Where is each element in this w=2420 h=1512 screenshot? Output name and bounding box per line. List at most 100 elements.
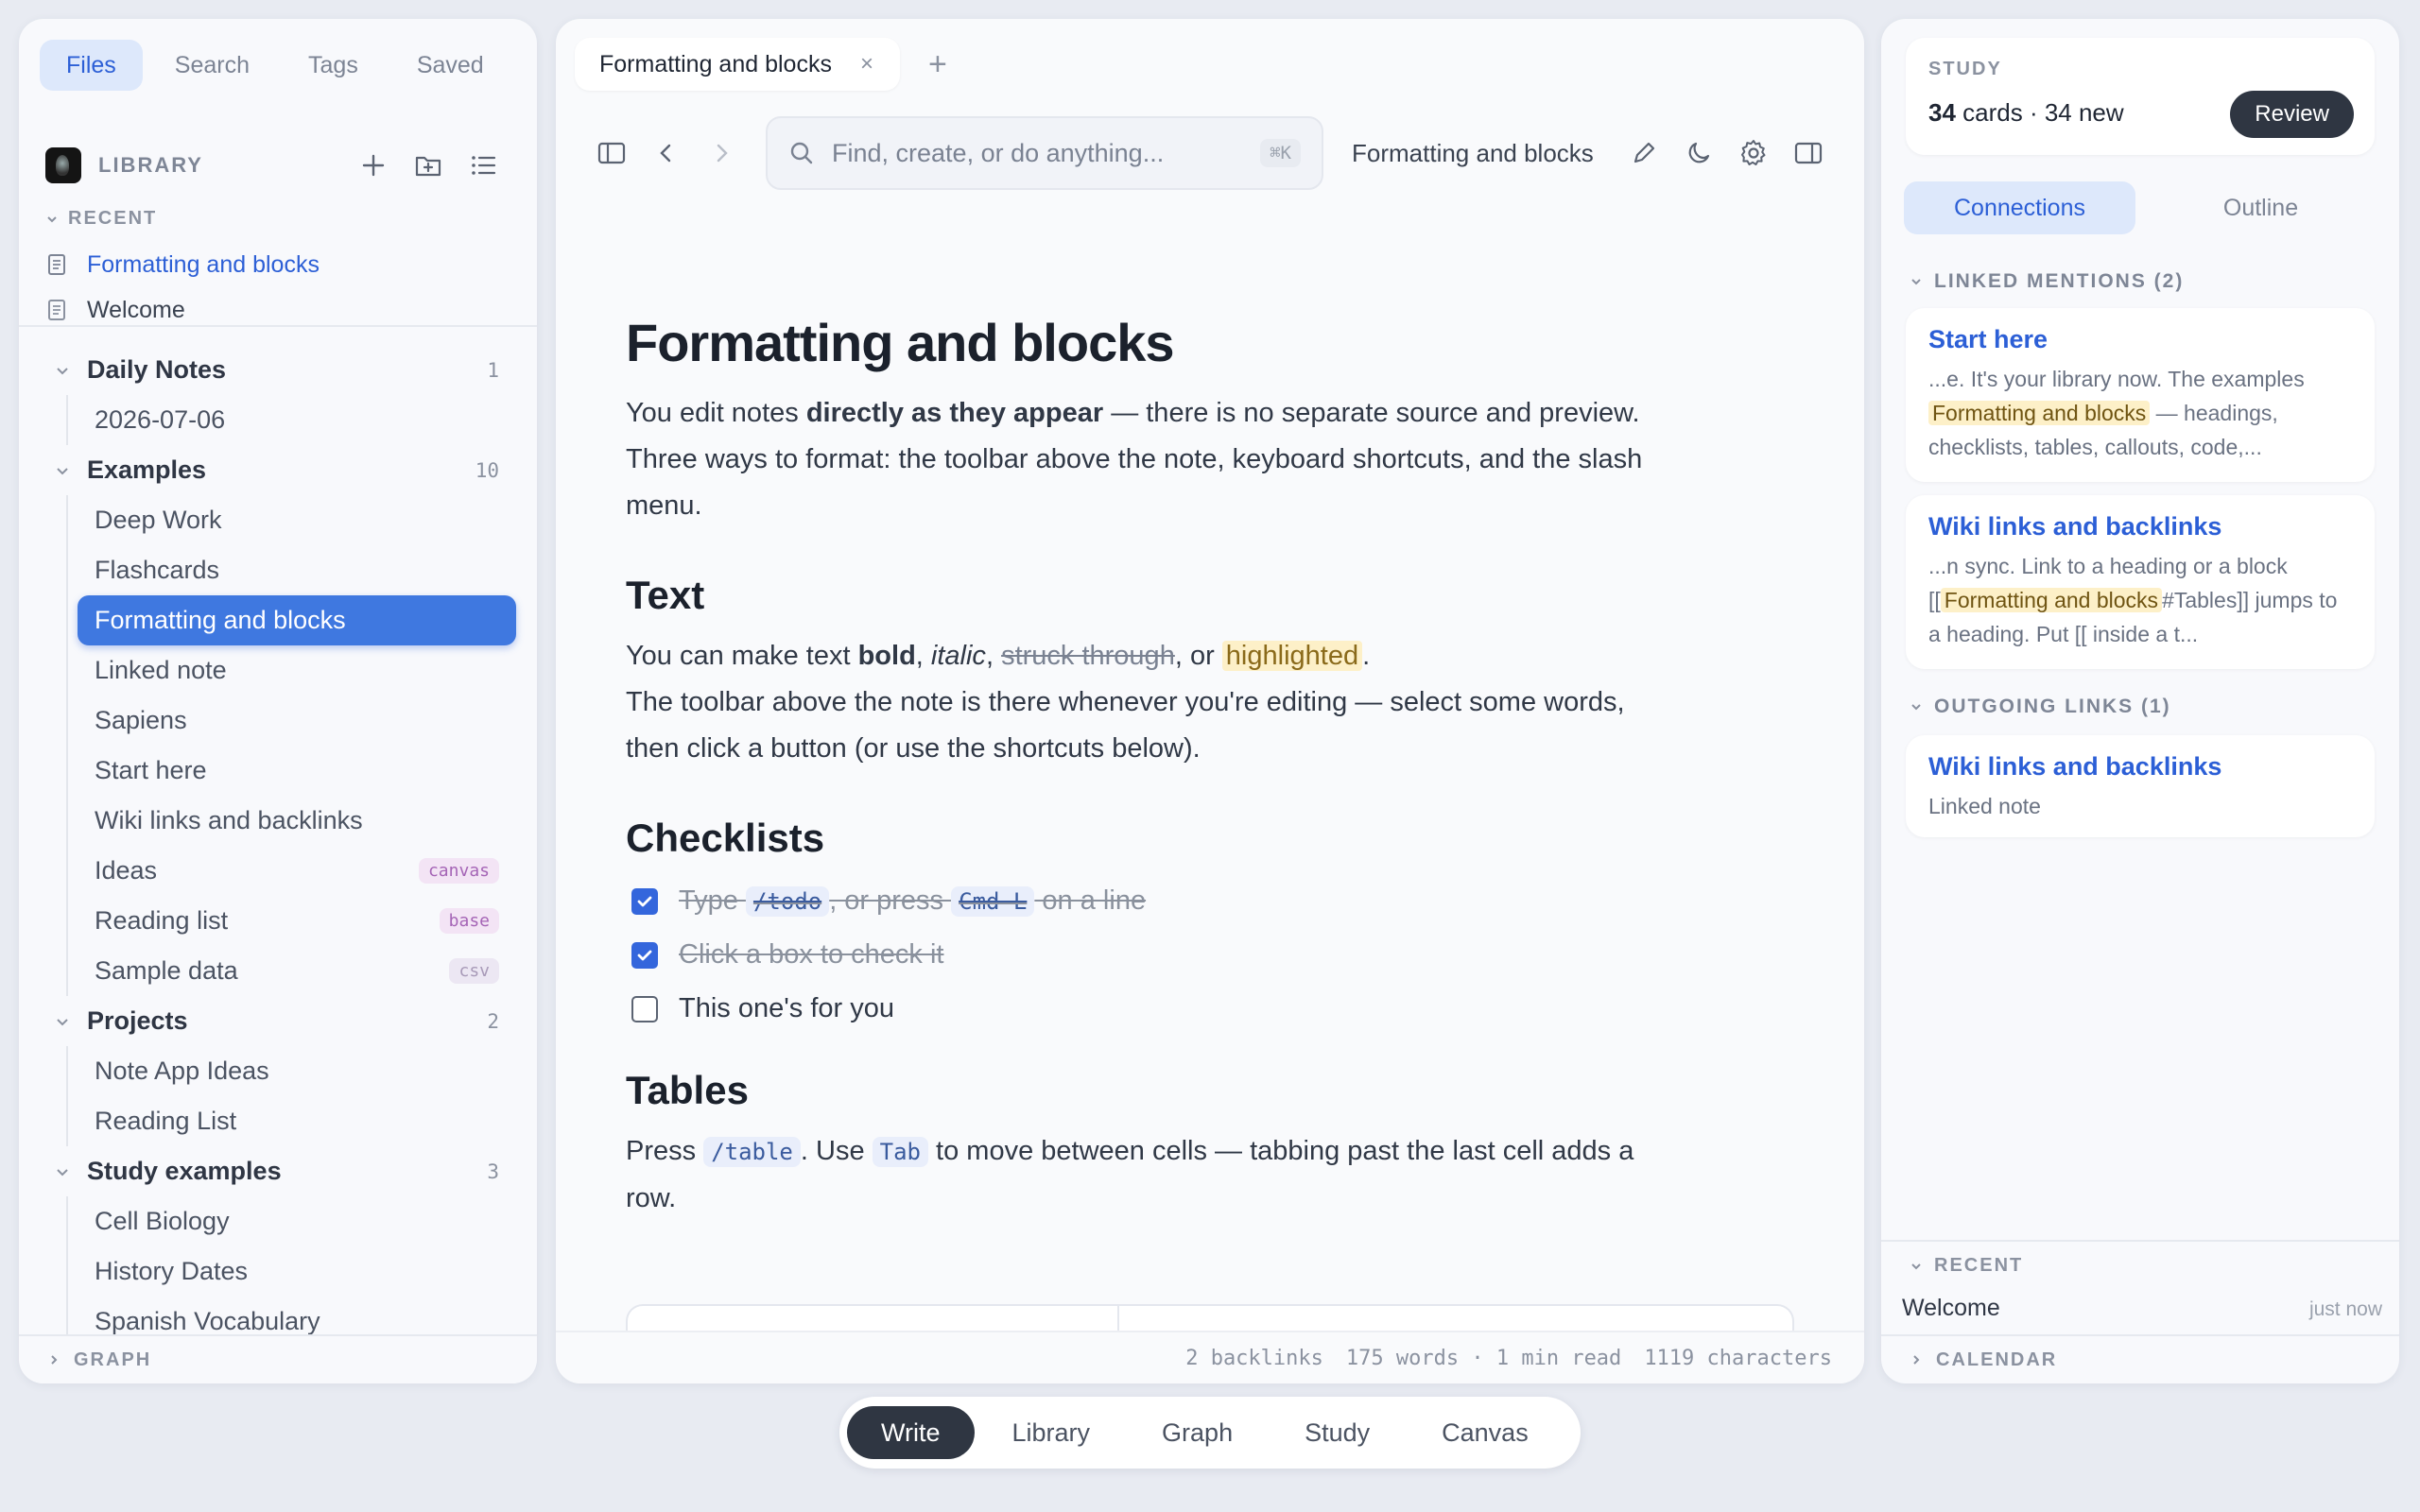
study-cards-number: 34 bbox=[1928, 98, 1956, 127]
chevron-right-icon bbox=[717, 144, 728, 163]
study-cards-text: cards · 34 new bbox=[1955, 98, 2124, 127]
folder-row[interactable]: Study examples 3 bbox=[19, 1146, 537, 1196]
toggle-right-sidebar-button[interactable] bbox=[1781, 126, 1836, 180]
dark-mode-toggle[interactable] bbox=[1671, 126, 1726, 180]
text-paragraph: You can make text bold, italic, struck t… bbox=[626, 633, 1685, 772]
graph-section-header[interactable]: GRAPH bbox=[19, 1334, 537, 1383]
search-icon bbox=[790, 142, 813, 164]
tab-connections[interactable]: Connections bbox=[1904, 181, 2135, 234]
settings-button[interactable] bbox=[1726, 126, 1781, 180]
file-item[interactable]: Linked note bbox=[78, 645, 499, 696]
review-button[interactable]: Review bbox=[2230, 91, 2354, 138]
file-item[interactable]: Sample data csv bbox=[78, 946, 499, 996]
recent-item-label: Formatting and blocks bbox=[87, 250, 320, 278]
folder-count: 1 bbox=[487, 358, 499, 382]
linked-mention-card[interactable]: Wiki links and backlinks ...n sync. Link… bbox=[1906, 495, 2375, 669]
folder-children: Cell Biology History Dates Spanish Vocabul… bbox=[19, 1196, 537, 1347]
linked-mention-card[interactable]: Start here ...e. It's your library now. … bbox=[1906, 308, 2375, 482]
folder-row[interactable]: Examples 10 bbox=[19, 445, 537, 495]
inline-code: Tab bbox=[872, 1137, 928, 1167]
plus-icon bbox=[362, 154, 385, 177]
file-item[interactable]: Formatting and blocks bbox=[78, 595, 516, 645]
snippet-highlight: Formatting and blocks bbox=[1940, 588, 2163, 612]
right-recent-time: just now bbox=[2308, 1298, 2382, 1320]
recent-item-formatting[interactable]: Formatting and blocks bbox=[47, 244, 509, 285]
file-item[interactable]: History Dates bbox=[78, 1246, 499, 1297]
file-item[interactable]: Note App Ideas bbox=[78, 1046, 499, 1096]
tab-tags[interactable]: Tags bbox=[282, 40, 385, 91]
nav-library[interactable]: Library bbox=[978, 1406, 1125, 1459]
tab-saved[interactable]: Saved bbox=[390, 40, 510, 91]
text-run: on a line bbox=[1034, 885, 1147, 916]
new-folder-button[interactable] bbox=[401, 145, 456, 186]
file-item[interactable]: Reading list base bbox=[78, 896, 499, 946]
file-tree: Daily Notes 1 2026-07-06 Examples 10 Deep Wor… bbox=[19, 345, 537, 1347]
file-name: Sample data bbox=[95, 956, 238, 985]
text-run: The toolbar above the note is there when… bbox=[626, 687, 1625, 764]
check-icon bbox=[637, 950, 652, 960]
linked-mention-title[interactable]: Wiki links and backlinks bbox=[1928, 512, 2352, 541]
file-item[interactable]: Ideas canvas bbox=[78, 846, 499, 896]
file-item[interactable]: Reading List bbox=[78, 1096, 499, 1146]
calendar-section-header[interactable]: CALENDAR bbox=[1881, 1334, 2399, 1383]
library-logo bbox=[45, 147, 81, 183]
toggle-left-sidebar-button[interactable] bbox=[584, 126, 639, 180]
file-item[interactable]: Cell Biology bbox=[78, 1196, 499, 1246]
text-run: , or press bbox=[829, 885, 952, 916]
linked-mentions-header[interactable]: LINKED MENTIONS (2) bbox=[1910, 270, 2184, 293]
file-item[interactable]: 2026-07-06 bbox=[78, 395, 499, 445]
nav-study[interactable]: Study bbox=[1270, 1406, 1404, 1459]
checkbox-unchecked[interactable] bbox=[631, 995, 658, 1022]
edit-button[interactable] bbox=[1616, 126, 1671, 180]
chevron-down-icon bbox=[57, 1018, 68, 1025]
file-name: Cell Biology bbox=[95, 1207, 230, 1235]
folder-name: Examples bbox=[87, 455, 207, 484]
right-recent-item[interactable]: Welcome bbox=[1902, 1295, 2000, 1322]
file-item[interactable]: Sapiens bbox=[78, 696, 499, 746]
back-button[interactable] bbox=[639, 126, 694, 180]
new-tab-button[interactable]: + bbox=[919, 46, 957, 83]
bottom-nav: Write Library Graph Study Canvas bbox=[839, 1397, 1581, 1469]
tab-outline[interactable]: Outline bbox=[2145, 181, 2377, 234]
file-item[interactable]: Start here bbox=[78, 746, 499, 796]
editor-pane: Formatting and blocks × + Find, create, … bbox=[556, 19, 1864, 1383]
outgoing-link-card[interactable]: Wiki links and backlinks Linked note bbox=[1906, 735, 2375, 837]
command-search-input[interactable]: Find, create, or do anything... ⌘K bbox=[766, 116, 1323, 190]
chevron-down-icon bbox=[47, 215, 57, 222]
checkbox-checked[interactable] bbox=[631, 941, 658, 969]
folder-name: Daily Notes bbox=[87, 355, 227, 384]
new-note-button[interactable] bbox=[346, 145, 401, 186]
forward-button[interactable] bbox=[694, 126, 749, 180]
file-item[interactable]: Flashcards bbox=[78, 545, 499, 595]
folder-row[interactable]: Daily Notes 1 bbox=[19, 345, 537, 395]
status-bar: 2 backlinks 175 words · 1 min read 1119 … bbox=[556, 1331, 1864, 1383]
nav-write[interactable]: Write bbox=[847, 1406, 975, 1459]
folder-row[interactable]: Projects 2 bbox=[19, 996, 537, 1046]
recent-label: RECENT bbox=[68, 208, 158, 229]
outgoing-links-header[interactable]: OUTGOING LINKS (1) bbox=[1910, 696, 2171, 718]
file-name: Linked note bbox=[95, 656, 227, 684]
folder-count: 3 bbox=[487, 1160, 499, 1183]
outgoing-link-title[interactable]: Wiki links and backlinks bbox=[1928, 752, 2352, 782]
document-tab[interactable]: Formatting and blocks × bbox=[575, 38, 900, 91]
close-icon[interactable]: × bbox=[860, 51, 873, 77]
checkbox-checked[interactable] bbox=[631, 887, 658, 915]
nav-graph[interactable]: Graph bbox=[1128, 1406, 1267, 1459]
recent-section-header[interactable]: RECENT bbox=[45, 208, 157, 230]
tab-search[interactable]: Search bbox=[148, 40, 276, 91]
note-title-breadcrumb[interactable]: Formatting and blocks bbox=[1352, 139, 1616, 168]
backlinks-count[interactable]: 2 backlinks bbox=[1185, 1347, 1323, 1370]
word-count: 175 words · 1 min read bbox=[1345, 1346, 1622, 1370]
tab-files[interactable]: Files bbox=[40, 40, 143, 91]
tab-bar: Formatting and blocks × + bbox=[575, 38, 957, 91]
file-name: Deep Work bbox=[95, 506, 222, 534]
nav-canvas[interactable]: Canvas bbox=[1408, 1406, 1563, 1459]
chevron-down-icon bbox=[1911, 279, 1921, 285]
right-recent-header[interactable]: RECENT bbox=[1910, 1255, 2023, 1277]
file-item[interactable]: Deep Work bbox=[78, 495, 499, 545]
file-item[interactable]: Wiki links and backlinks bbox=[78, 796, 499, 846]
linked-mention-title[interactable]: Start here bbox=[1928, 325, 2352, 354]
checklist-item: Type /todo, or press Cmd-L on a line bbox=[626, 874, 1685, 928]
sort-button[interactable] bbox=[456, 145, 510, 186]
note-body[interactable]: Formatting and blocks You edit notes dir… bbox=[626, 293, 1685, 1222]
